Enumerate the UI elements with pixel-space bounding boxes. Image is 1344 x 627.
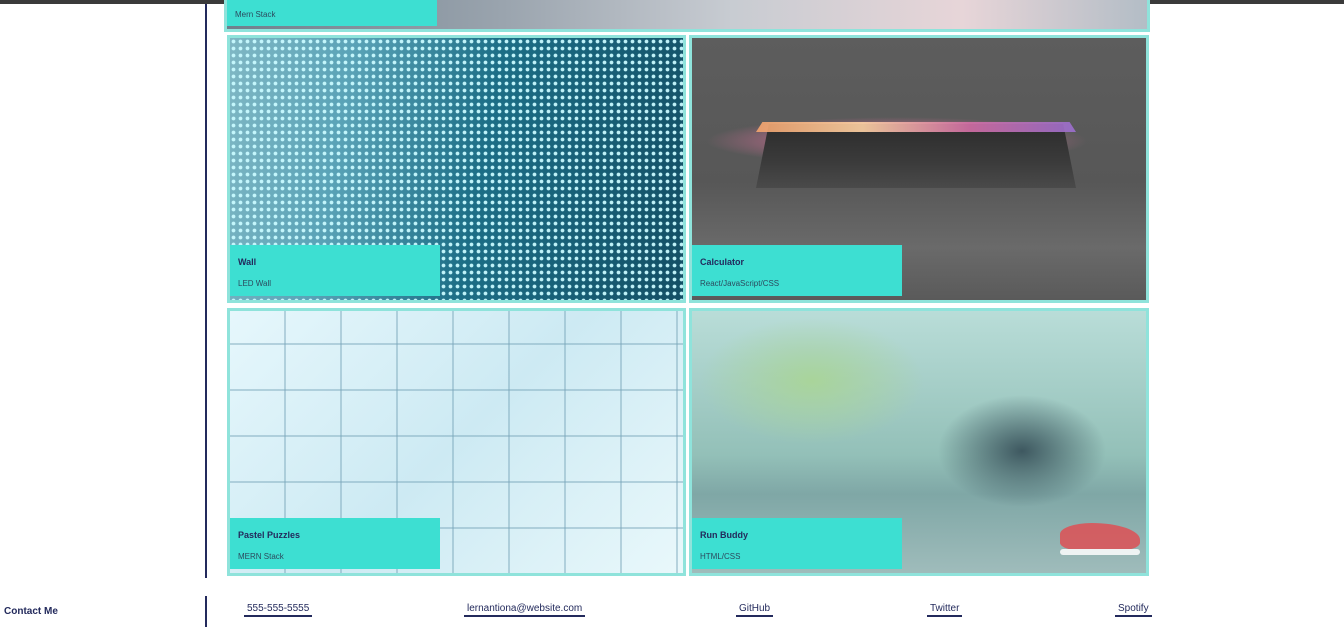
project-card-run-buddy[interactable]: Run Buddy HTML/CSS (689, 308, 1149, 576)
project-title: Wall (238, 257, 257, 267)
project-card-top[interactable]: Mern Stack (224, 0, 1150, 32)
project-label: Pastel Puzzles MERN Stack (230, 518, 440, 569)
running-shoe-sole (1060, 549, 1140, 555)
content-divider (205, 4, 207, 578)
project-subtitle: Mern Stack (235, 10, 276, 19)
project-title: Pastel Puzzles (238, 530, 301, 540)
project-subtitle: LED Wall (238, 279, 272, 288)
laptop-screen-glow (756, 122, 1076, 132)
project-card-calculator[interactable]: Calculator React/JavaScript/CSS (689, 35, 1149, 303)
contact-heading: Contact Me (4, 606, 58, 617)
project-card-pastel-puzzles[interactable]: Pastel Puzzles MERN Stack (227, 308, 686, 576)
project-label: Mern Stack (227, 0, 437, 26)
project-label: Run Buddy HTML/CSS (692, 518, 902, 569)
footer-divider (205, 596, 207, 627)
running-shoe-image (1060, 523, 1140, 551)
project-title: Run Buddy (700, 530, 748, 540)
laptop-image (756, 124, 1076, 188)
project-subtitle: React/JavaScript/CSS (700, 279, 780, 288)
spotify-link[interactable]: Spotify (1115, 603, 1152, 617)
project-subtitle: MERN Stack (238, 552, 284, 561)
project-subtitle: HTML/CSS (700, 552, 741, 561)
project-card-wall[interactable]: Wall LED Wall (227, 35, 686, 303)
twitter-link[interactable]: Twitter (927, 603, 963, 617)
project-title: Calculator (700, 257, 745, 267)
email-link[interactable]: lernantiona@website.com (464, 603, 586, 617)
project-label: Calculator React/JavaScript/CSS (692, 245, 902, 296)
project-label: Wall LED Wall (230, 245, 440, 296)
github-link[interactable]: GitHub (736, 603, 774, 617)
phone-link[interactable]: 555-555-5555 (244, 603, 313, 617)
